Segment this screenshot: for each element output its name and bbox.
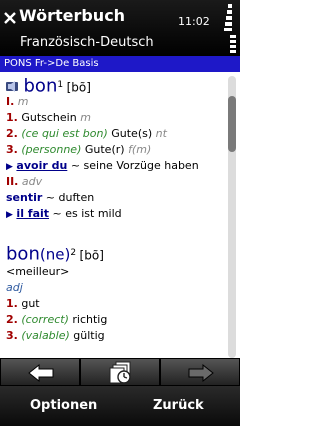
page-subtitle: Französisch-Deutsch xyxy=(20,35,154,50)
entry1-phrase1: ▶ avoir du ~ seine Vorzüge haben xyxy=(6,158,199,175)
phrase-translation: ~ duften xyxy=(45,191,95,204)
app-title: Wörterbuch xyxy=(19,6,126,25)
entry2-pos: adj xyxy=(6,280,23,296)
entry1-sense1: 1. Gutschein m xyxy=(6,110,91,126)
sense-number: 1. xyxy=(6,297,18,310)
context: (personne) xyxy=(21,143,82,156)
gender: f(m) xyxy=(128,143,152,156)
gender: nt xyxy=(155,127,167,140)
entry1-sense3: 3. (personne) Gute(r) f(m) xyxy=(6,142,151,158)
phrase-word: sentir xyxy=(6,191,43,204)
context: (correct) xyxy=(21,313,69,326)
forward-arrow-icon xyxy=(188,363,214,383)
entry2-homograph: 2 xyxy=(70,248,77,258)
options-softkey[interactable]: Optionen xyxy=(30,398,97,414)
part-of-speech: adj xyxy=(6,281,23,294)
context: (ce qui est bon) xyxy=(21,127,108,140)
gender: m xyxy=(80,111,91,124)
phrase-marker-icon: ▶ xyxy=(6,210,13,220)
speaker-icon[interactable] xyxy=(6,80,20,93)
dictionary-name: PONS Fr->De Basis xyxy=(4,58,99,69)
toolbar xyxy=(0,358,240,386)
sense-number: 3. xyxy=(6,329,18,342)
forward-button[interactable] xyxy=(160,358,240,386)
entry2-comparative: <meilleur> xyxy=(6,264,69,280)
entry-content[interactable]: bon1 [bõ] I. m 1. Gutschein m 2. (ce qui… xyxy=(0,72,226,358)
title-bar: Wörterbuch 11:02 Französisch-Deutsch xyxy=(0,0,240,56)
entry2-sense1: 1. gut xyxy=(6,296,40,312)
part-of-speech: m xyxy=(17,95,29,108)
history-button[interactable] xyxy=(80,358,160,386)
phrase-translation: ~ es ist mild xyxy=(52,207,122,220)
translation: Gutschein xyxy=(21,111,77,124)
dictionary-name-bar: PONS Fr->De Basis xyxy=(0,56,240,72)
part-of-speech: adv xyxy=(21,175,43,188)
section-label: I. xyxy=(6,95,15,108)
entry1-phrase2: sentir ~ duften xyxy=(6,190,94,206)
phrase-marker-icon: ▶ xyxy=(6,162,13,172)
translation: richtig xyxy=(72,313,108,326)
history-icon xyxy=(109,361,131,384)
phrase-link[interactable]: avoir du xyxy=(16,159,67,172)
entry2-headword: bon xyxy=(6,243,40,265)
back-button[interactable] xyxy=(0,358,80,386)
sense-number: 1. xyxy=(6,111,18,124)
entry1-section1: I. m xyxy=(6,94,29,110)
entry1-headword: bon xyxy=(23,75,58,97)
entry2-sense3: 3. (valable) gültig xyxy=(6,328,105,344)
close-icon[interactable] xyxy=(3,11,17,25)
translation: Gute(r) xyxy=(84,143,125,156)
entry1-phrase3: ▶ il fait ~ es ist mild xyxy=(6,206,122,223)
scrollbar-thumb[interactable] xyxy=(228,96,236,152)
entry1-homograph: 1 xyxy=(57,80,64,90)
battery-icon xyxy=(230,35,236,53)
entry1-sense2: 2. (ce qui est bon) Gute(s) nt xyxy=(6,126,167,142)
signal-strength-icon xyxy=(224,4,232,31)
phrase-translation: ~ seine Vorzüge haben xyxy=(70,159,199,172)
clock: 11:02 xyxy=(178,15,210,28)
entry1-section2: II. adv xyxy=(6,174,42,190)
section-label: II. xyxy=(6,175,19,188)
translation: Gute(s) xyxy=(111,127,153,140)
translation: gut xyxy=(21,297,40,310)
sense-number: 3. xyxy=(6,143,18,156)
entry2-sense2: 2. (correct) richtig xyxy=(6,312,107,328)
entry2-headword-suffix: (ne) xyxy=(39,245,71,264)
back-softkey[interactable]: Zurück xyxy=(153,398,204,414)
sense-number: 2. xyxy=(6,313,18,326)
phrase-link[interactable]: il fait xyxy=(16,207,49,220)
sense-number: 2. xyxy=(6,127,18,140)
context: (valable) xyxy=(21,329,70,342)
back-arrow-icon xyxy=(28,363,54,383)
translation: gültig xyxy=(73,329,105,342)
entry1-phonetic: [bõ] xyxy=(66,80,91,95)
entry2-phonetic: [bõ] xyxy=(79,248,104,263)
comparative-form: <meilleur> xyxy=(6,265,70,278)
softkey-bar: Optionen Zurück xyxy=(0,386,240,426)
